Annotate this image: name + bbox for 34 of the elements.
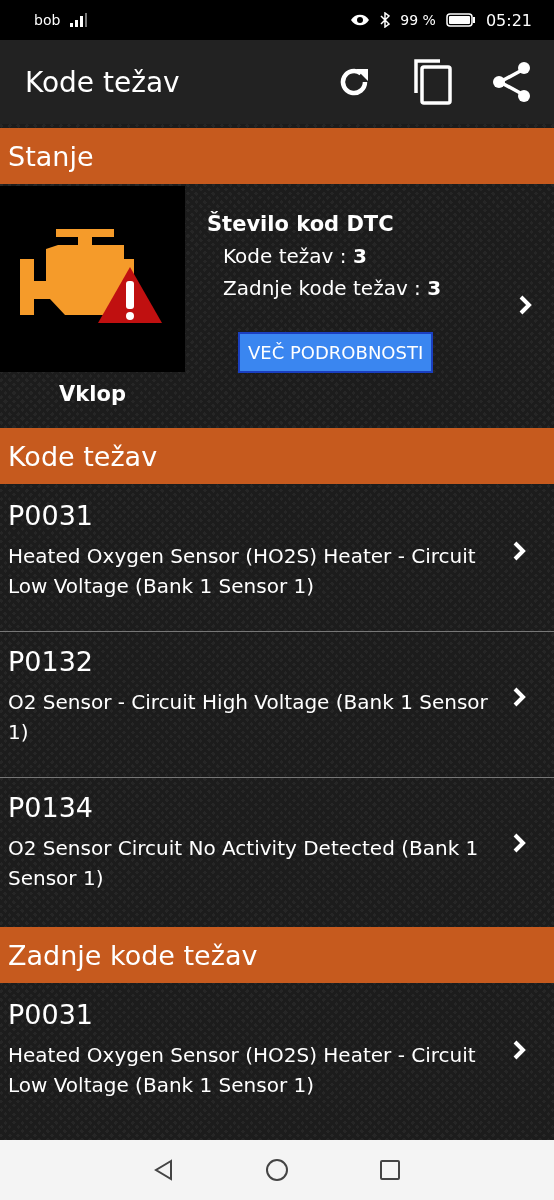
- copy-button[interactable]: [412, 59, 452, 105]
- screen-title: Kode težav: [25, 65, 181, 99]
- chevron-right-icon: [518, 294, 532, 316]
- code-description: O2 Sensor Circuit No Activity Detected (Bank 1 Sensor 1): [8, 835, 480, 892]
- engine-state: Vklop: [59, 382, 126, 406]
- chevron-right-icon: [512, 539, 526, 562]
- trouble-code[interactable]: P0132: [8, 646, 512, 677]
- battery-icon: [445, 13, 476, 27]
- code-description: Heated Oxygen Sensor (HO2S) Heater - Circuit Low Voltage (Bank 1 Sensor 1): [8, 543, 477, 600]
- carrier-name: bob: [34, 12, 61, 28]
- eye-icon: [350, 13, 371, 27]
- battery-percent: 99 %: [400, 12, 436, 28]
- recents-button[interactable]: [379, 1159, 401, 1181]
- signal-icon: [70, 13, 89, 27]
- code-count: Kode težav : 3: [223, 244, 368, 268]
- back-button[interactable]: [153, 1159, 175, 1181]
- home-button[interactable]: [265, 1158, 289, 1182]
- clock: 05:21: [485, 10, 532, 30]
- section-header: Stanje: [0, 128, 554, 184]
- code-description: Heated Oxygen Sensor (HO2S) Heater - Circuit Low Voltage (Bank 1 Sensor 1): [8, 1042, 477, 1099]
- chevron-right-icon: [512, 1038, 526, 1061]
- section-header: Zadnje kode težav: [0, 927, 554, 983]
- dtc-count-heading: Število kod DTC: [207, 212, 395, 236]
- section-header: Kode težav: [0, 428, 554, 484]
- chevron-right-icon: [512, 831, 526, 854]
- share-button[interactable]: [492, 61, 532, 103]
- trouble-code[interactable]: P0031: [8, 999, 512, 1030]
- trouble-code[interactable]: P0031: [8, 500, 512, 531]
- code-count: Zadnje kode težav : 3: [223, 276, 443, 300]
- trouble-code[interactable]: P0134: [8, 792, 512, 823]
- more-details-button[interactable]: VEČ PODROBNOSTI: [238, 332, 434, 373]
- code-description: O2 Sensor - Circuit High Voltage (Bank 1 Sensor 1): [8, 689, 489, 746]
- chevron-right-icon: [512, 685, 526, 708]
- bluetooth-icon: [380, 12, 391, 28]
